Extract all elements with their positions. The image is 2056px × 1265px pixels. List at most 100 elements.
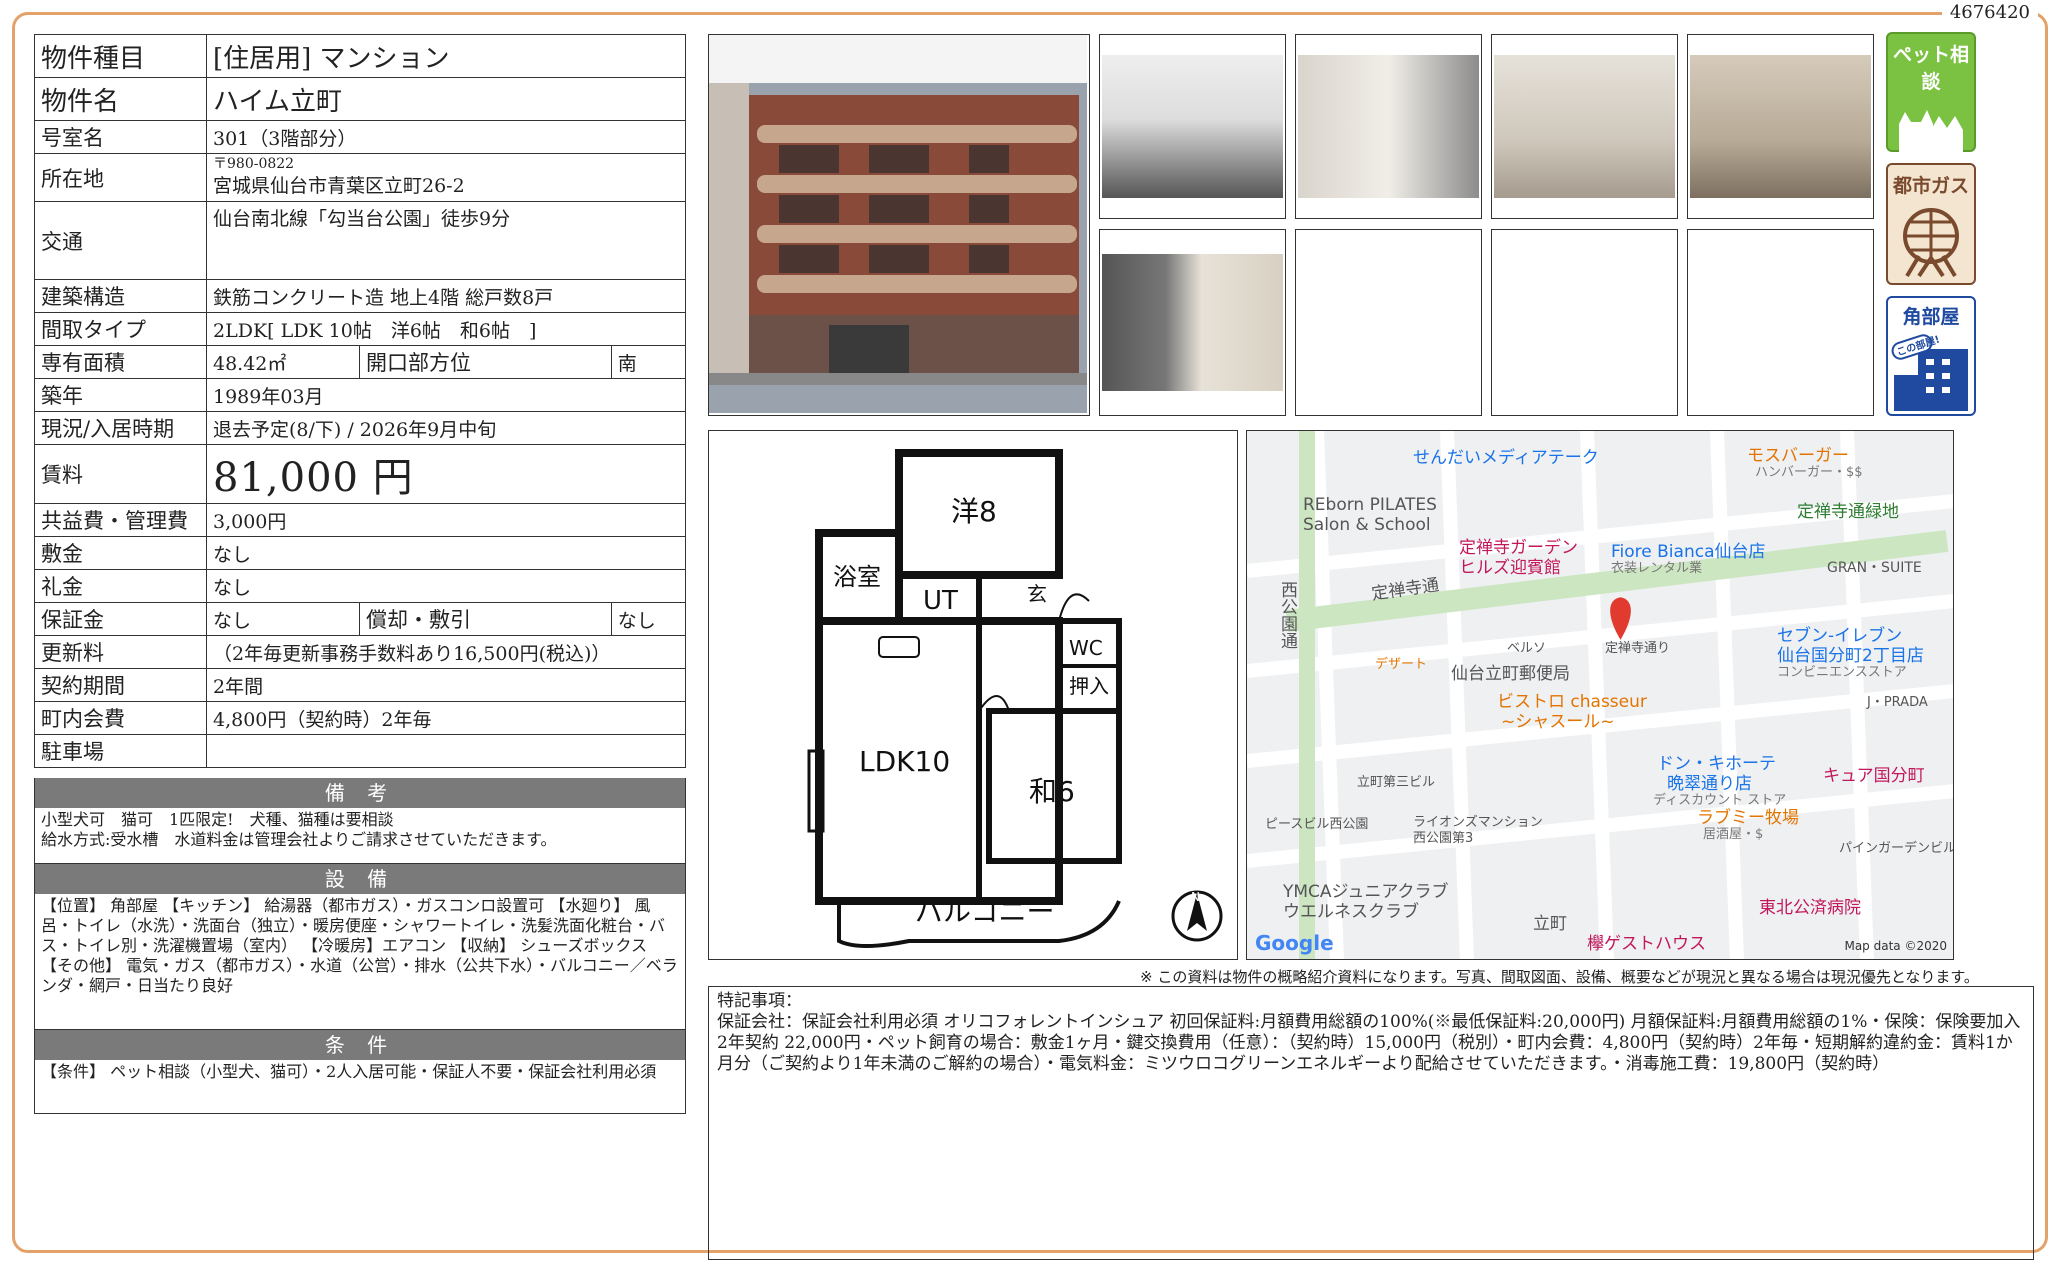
built-value: 1989年03月 — [206, 378, 686, 412]
fee-value: 3,000円 — [206, 503, 686, 537]
kitchen-photo — [1099, 34, 1286, 219]
city-gas-badge-label: 都市ガス — [1892, 175, 1969, 197]
room-label: 号室名 — [34, 120, 207, 154]
map-label-13: 西公園通 — [1277, 581, 1297, 649]
address-label: 所在地 — [34, 153, 207, 202]
photo-slot-empty-2 — [1491, 229, 1678, 416]
special-notes-title: 特記事項： — [717, 991, 802, 1011]
google-logo: Google — [1255, 931, 1334, 955]
map-label-36: ウエルネスクラブ — [1283, 902, 1419, 922]
pet-badge: ペット相談 — [1886, 32, 1976, 162]
pet-badge-label: ペット相談 — [1892, 44, 1969, 93]
type-label: 物件種目 — [34, 34, 207, 78]
renewal-label: 更新料 — [34, 635, 207, 669]
type-value: [住居用] マンション — [206, 34, 686, 78]
access-label: 交通 — [34, 201, 207, 280]
renewal-value: （2年毎更新事務手数料あり16,500円(税込)） — [206, 635, 686, 669]
area-label: 専有面積 — [34, 345, 207, 379]
toilet-photo — [1687, 34, 1874, 219]
map-label-29: ピースビル西公園 — [1265, 817, 1369, 832]
conditions-text: 【条件】 ペット相談（小型犬、猫可）・2人入居可能・保証人不要・保証会社利用必須 — [41, 1062, 657, 1081]
built-label: 築年 — [34, 378, 207, 412]
property-table: 物件種目 [住居用] マンション 物件名 ハイム立町 号室名 301（3階部分） 所在… — [34, 34, 687, 768]
floor-plan: 洋8 浴室 UT 玄 WC 押入 LDK10 和6 バルコニー N — [708, 430, 1238, 960]
guarantee-label: 保証金 — [34, 602, 207, 636]
location-map[interactable]: せんだいメディアテーク モスバーガー ハンバーガー・$$ REborn PILA… — [1246, 430, 1954, 960]
keymoney-label: 礼金 — [34, 569, 207, 603]
building-photo — [708, 34, 1090, 416]
kitchen-photo-image — [1102, 55, 1283, 198]
room-photo-image — [1102, 254, 1283, 391]
bathroom-photo-image — [1494, 55, 1675, 198]
deposit-value: なし — [206, 536, 686, 570]
map-label-28: キュア国分町 — [1823, 766, 1925, 786]
floor-plan-drawing: 洋8 浴室 UT 玄 WC 押入 LDK10 和6 バルコニー N — [807, 449, 1223, 948]
room-closet: 押入 — [1069, 674, 1109, 698]
room-bath: 浴室 — [833, 563, 881, 591]
bathroom-photo — [1491, 34, 1678, 219]
area-value: 48.42㎡ — [206, 345, 360, 379]
photo-slot-empty-1 — [1295, 229, 1482, 416]
keymoney-value: なし — [206, 569, 686, 603]
room-photo — [1099, 229, 1286, 416]
room-japanese: 和6 — [1029, 775, 1075, 808]
map-label-11: GRAN・SUITE — [1827, 560, 1922, 576]
guarantee-value: なし — [206, 602, 360, 636]
direction-label: 開口部方位 — [359, 345, 612, 379]
building-photo-image — [709, 35, 1087, 413]
rent-value: 81,000 円 — [206, 444, 686, 504]
layout-label: 間取タイプ — [34, 312, 207, 346]
structure-value: 鉄筋コンクリート造 地上4階 総戸数8戸 — [206, 279, 686, 313]
city-gas-badge: 都市ガス — [1886, 163, 1976, 285]
room-entrance: 玄 — [1027, 582, 1047, 606]
map-label-6: 定禅寺通緑地 — [1797, 502, 1899, 522]
parking-value — [206, 734, 686, 768]
map-label-10: 衣装レンタル業 — [1611, 561, 1703, 576]
room-western: 洋8 — [951, 495, 997, 528]
room-wc: WC — [1069, 636, 1103, 660]
map-label-1: せんだいメディアテーク — [1413, 448, 1599, 468]
facilities-section: 設 備 【位置】 角部屋 【キッチン】 給湯器（都市ガス）・ガスコンロ設置可 【… — [34, 864, 686, 1030]
map-label-37: 立町 — [1533, 914, 1567, 934]
corner-building-icon: この部屋! — [1891, 332, 1968, 411]
town-fee-value: 4,800円（契約時）2年毎 — [206, 701, 686, 735]
name-label: 物件名 — [34, 77, 207, 121]
parking-label: 駐車場 — [34, 734, 207, 768]
conditions-section: 条 件 【条件】 ペット相談（小型犬、猫可）・2人入居可能・保証人不要・保証会社… — [34, 1030, 686, 1114]
disclaimer-notice: ※ この資料は物件の概略紹介資料になります。写真、間取図面、設備、概要などが現況… — [1140, 968, 1979, 986]
amort-value: なし — [610, 602, 687, 636]
address-cell: 〒980-0822 宮城県仙台市青葉区立町26-2 — [206, 153, 686, 202]
toilet-photo-image — [1690, 55, 1871, 198]
washroom-photo-image — [1298, 55, 1479, 198]
room-ldk: LDK10 — [859, 745, 950, 778]
remarks-text: 小型犬可 猫可 1匹限定! 犬種、猫種は要相談 給水方式:受水槽 水道料金は管理… — [41, 810, 557, 849]
facilities-text: 【位置】 角部屋 【キッチン】 給湯器（都市ガス）・ガスコンロ設置可 【水廻り】… — [41, 896, 678, 995]
map-label-20: コンビニエンスストア — [1777, 665, 1907, 680]
corner-room-badge-label: 角部屋 — [1902, 306, 1960, 328]
map-label-14: デザート — [1375, 657, 1428, 672]
pet-icon — [1899, 110, 1963, 162]
document-id: 4676420 — [1941, 2, 2038, 23]
remarks-section: 備 考 小型犬可 猫可 1匹限定! 犬種、猫種は要相談 給水方式:受水槽 水道料… — [34, 778, 686, 864]
town-fee-label: 町内会費 — [34, 701, 207, 735]
room-balcony: バルコニー — [915, 895, 1054, 928]
svg-text:N: N — [1191, 890, 1200, 904]
map-label-8: ヒルズ迎賓館 — [1459, 558, 1561, 578]
remarks-title: 備 考 — [35, 778, 685, 808]
map-label-15: ベルソ — [1507, 641, 1547, 656]
contract-value: 2年間 — [206, 668, 686, 702]
fee-label: 共益費・管理費 — [34, 503, 207, 537]
conditions-title: 条 件 — [35, 1030, 685, 1060]
gas-tank-icon — [1903, 208, 1959, 278]
map-label-22: ~シャスール~ — [1501, 712, 1615, 732]
map-label-16: 定禅寺通り — [1605, 641, 1671, 656]
map-label-5: Salon & School — [1303, 515, 1431, 535]
room-ut: UT — [923, 586, 958, 616]
layout-value: 2LDK[ LDK 10帖 洋6帖 和6帖 ] — [206, 312, 686, 346]
map-label-38: 東北公済病院 — [1759, 898, 1861, 918]
facilities-title: 設 備 — [35, 864, 685, 894]
status-value: 退去予定(8/下) / 2026年9月中旬 — [206, 411, 686, 445]
map-credit: Map data ©2020 — [1844, 939, 1947, 953]
map-label-24: 立町第三ビル — [1357, 775, 1436, 790]
room-value: 301（3階部分） — [206, 120, 686, 154]
